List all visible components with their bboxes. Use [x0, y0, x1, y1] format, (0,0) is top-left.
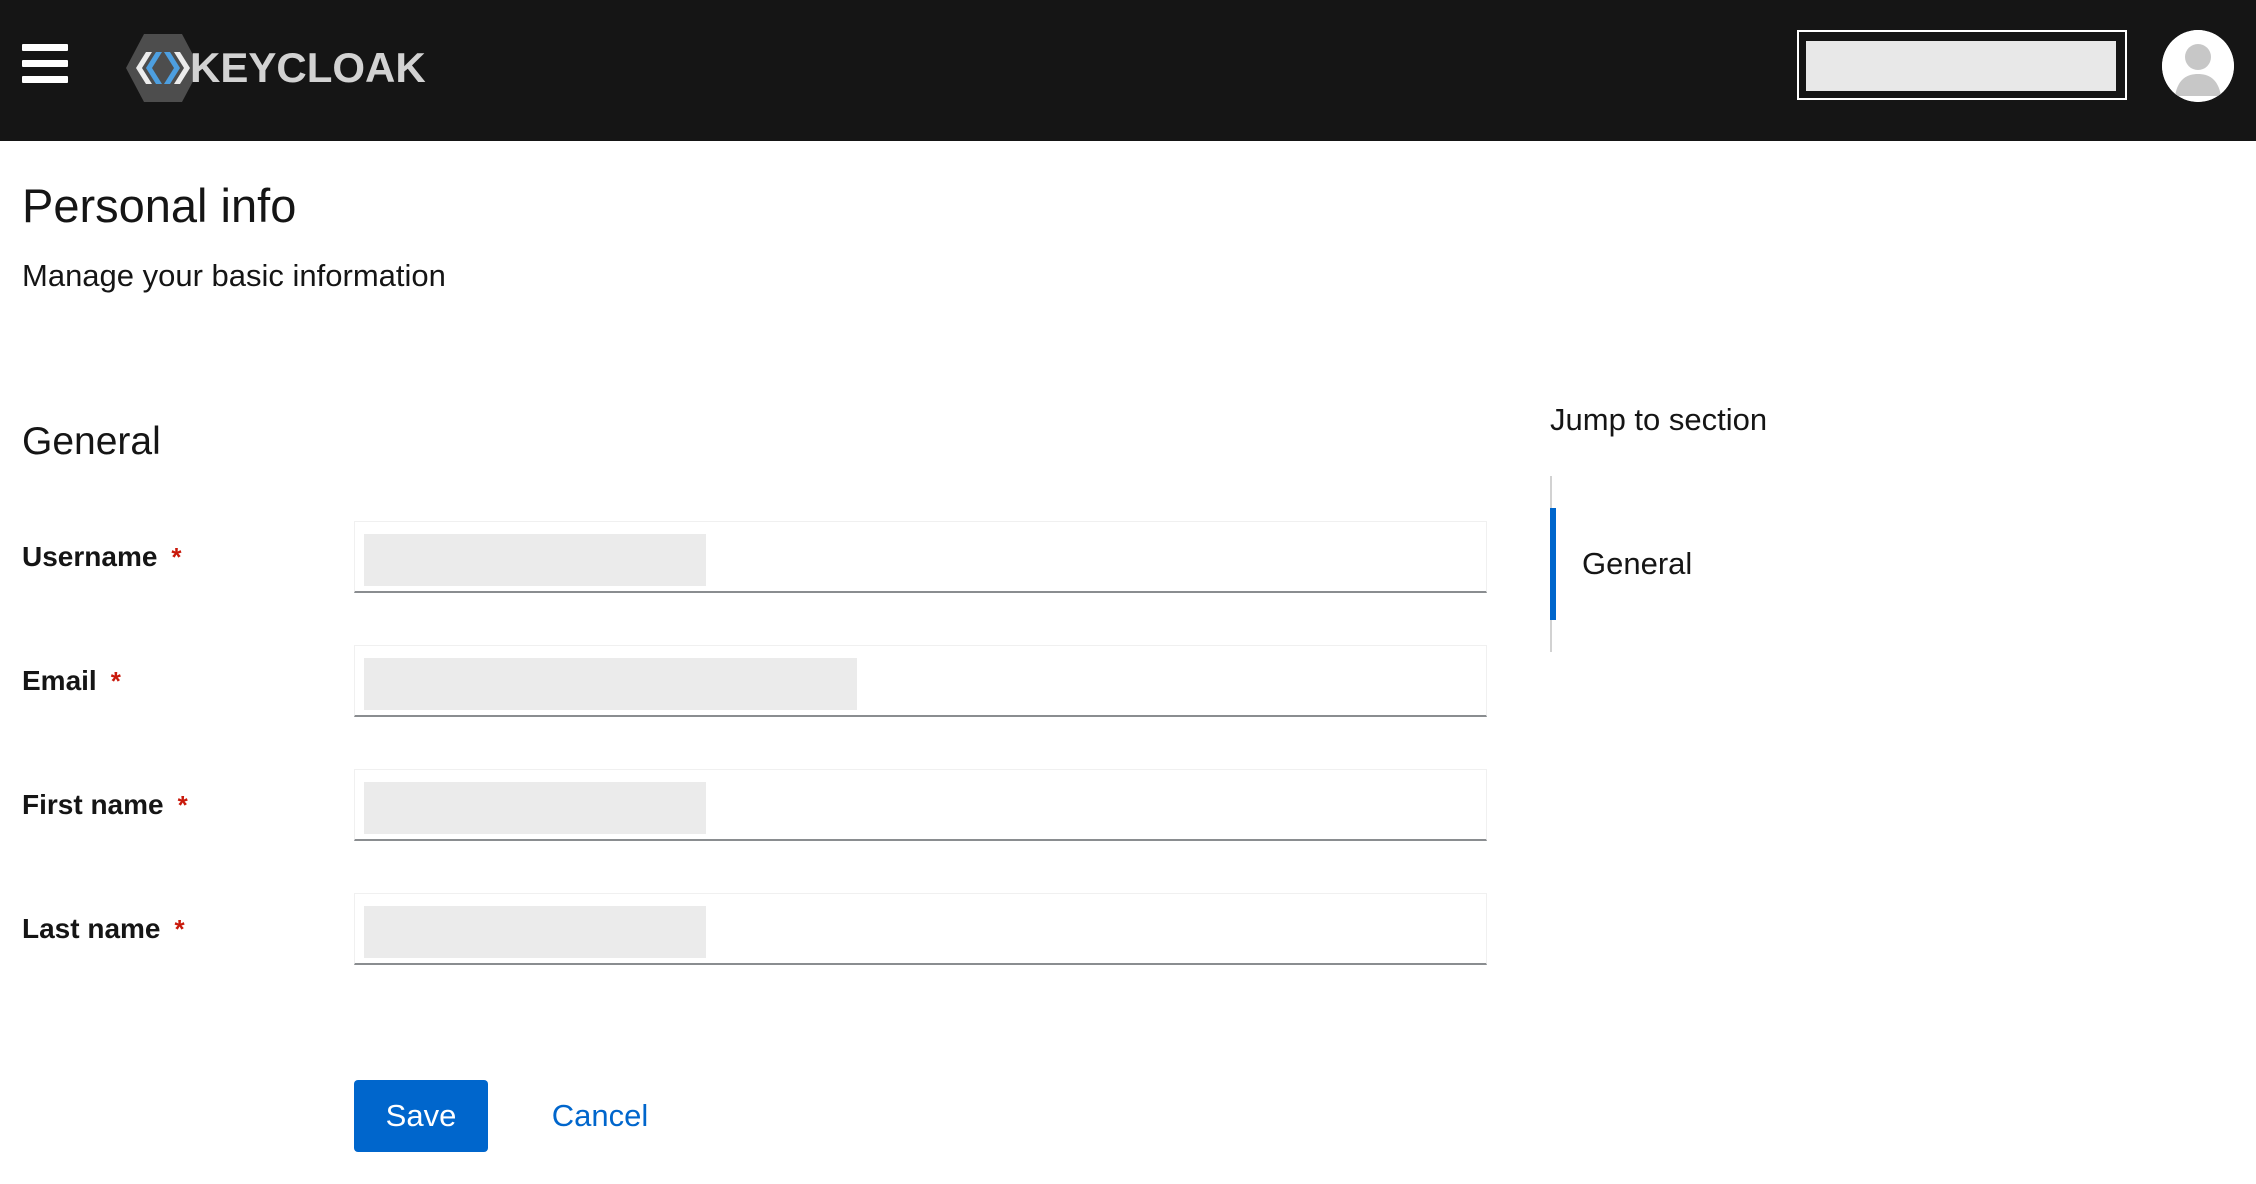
user-avatar-icon[interactable]: [2162, 30, 2234, 102]
redacted-value: [364, 658, 857, 710]
page-title: Personal info: [22, 179, 297, 232]
jump-link-label: General: [1582, 546, 1693, 581]
cancel-button[interactable]: Cancel: [532, 1080, 668, 1152]
avatar-silhouette-icon: [2162, 30, 2234, 102]
form-row-last-name: Last name *: [22, 893, 1487, 965]
jump-to-section-heading: Jump to section: [1550, 402, 1768, 437]
keycloak-logo[interactable]: KEYCLOAK: [126, 34, 426, 102]
last-name-label-text: Last name: [22, 913, 161, 944]
first-name-label: First name *: [22, 769, 188, 841]
username-label: Username *: [22, 521, 182, 593]
keycloak-logo-icon: [126, 34, 200, 102]
brand-name: KEYCLOAK: [190, 44, 426, 91]
form-row-username: Username *: [22, 521, 1487, 593]
hamburger-menu-icon[interactable]: [22, 44, 68, 84]
active-indicator: [1550, 508, 1556, 620]
redacted-username: [1806, 41, 2116, 91]
redacted-value: [364, 534, 706, 586]
save-button[interactable]: Save: [354, 1080, 488, 1152]
required-marker: *: [110, 666, 121, 696]
required-marker: *: [171, 542, 182, 572]
redacted-value: [364, 782, 706, 834]
jump-link-general[interactable]: General: [1550, 508, 1850, 620]
form-row-email: Email *: [22, 645, 1487, 717]
last-name-input[interactable]: [354, 893, 1487, 965]
redacted-value: [364, 906, 706, 958]
first-name-label-text: First name: [22, 789, 164, 820]
last-name-label: Last name *: [22, 893, 185, 965]
email-input[interactable]: [354, 645, 1487, 717]
masthead: KEYCLOAK: [0, 0, 2256, 141]
email-label-text: Email: [22, 665, 97, 696]
username-display[interactable]: [1797, 30, 2127, 100]
username-label-text: Username: [22, 541, 158, 572]
username-input[interactable]: [354, 521, 1487, 593]
required-marker: *: [174, 914, 185, 944]
form-row-first-name: First name *: [22, 769, 1487, 841]
first-name-input[interactable]: [354, 769, 1487, 841]
email-label: Email *: [22, 645, 121, 717]
page-subtitle: Manage your basic information: [22, 258, 446, 293]
section-title-general: General: [22, 420, 161, 463]
required-marker: *: [177, 790, 188, 820]
